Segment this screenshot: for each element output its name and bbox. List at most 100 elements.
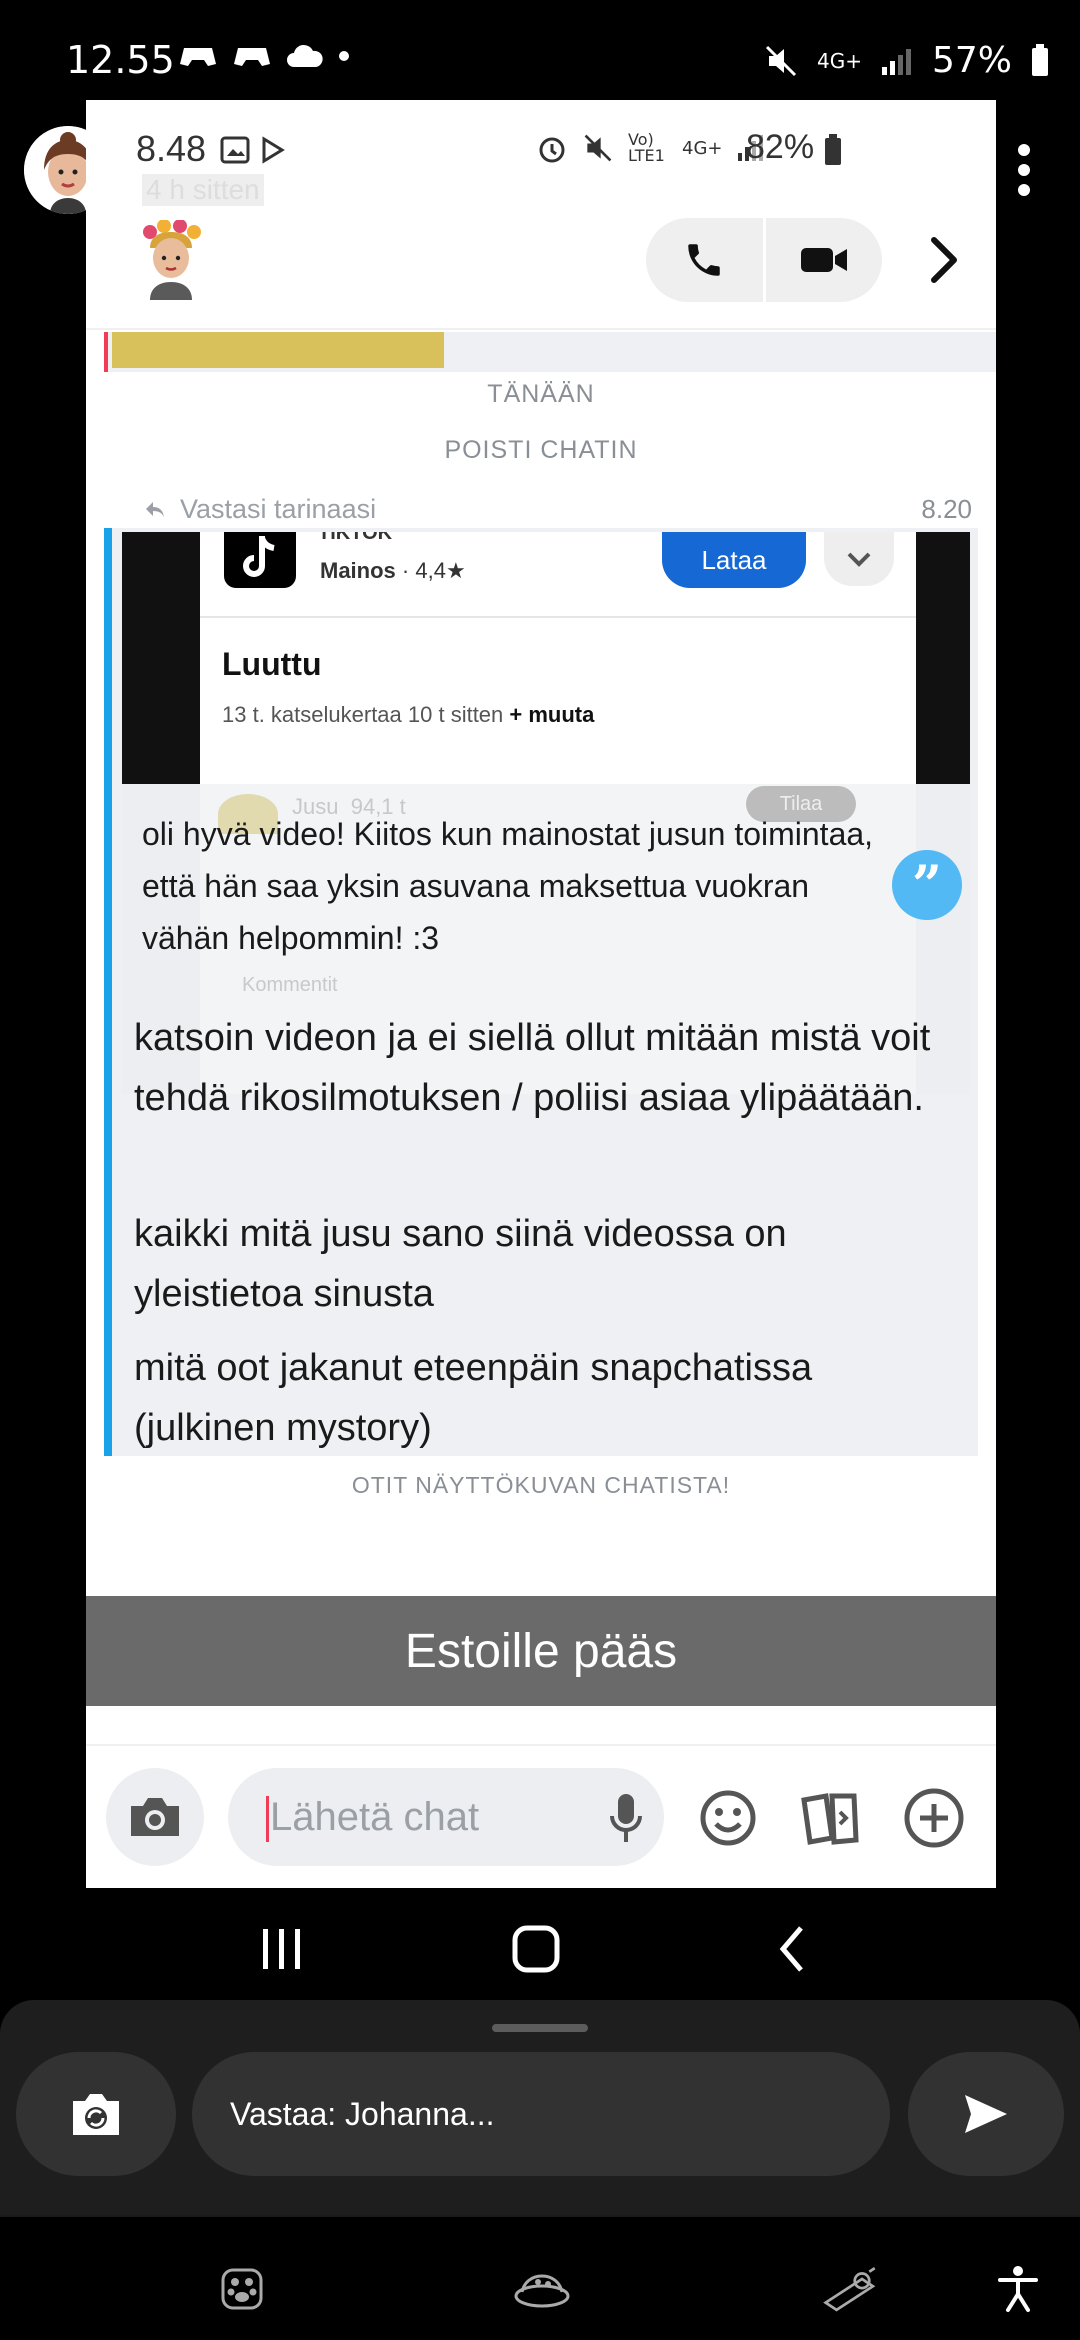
home-button[interactable] bbox=[496, 1914, 576, 1984]
outer-time: 12.55 bbox=[66, 38, 175, 82]
mic-icon[interactable] bbox=[606, 1792, 646, 1844]
reply-sheet: Vastaa: Johanna... bbox=[0, 2000, 1080, 2215]
back-icon bbox=[779, 1926, 803, 1972]
pet-sleep-button[interactable] bbox=[822, 2259, 882, 2319]
voice-call-button[interactable] bbox=[646, 218, 766, 302]
cards-button[interactable] bbox=[798, 1786, 862, 1850]
outer-battery: 57% bbox=[931, 40, 1012, 81]
video-title: Luuttu bbox=[222, 646, 322, 682]
video-meta-text: 13 t. katselukertaa 10 t sitten bbox=[222, 702, 504, 727]
accessibility-button[interactable] bbox=[988, 2259, 1048, 2319]
reply-camera-button[interactable] bbox=[16, 2052, 176, 2176]
dot-icon bbox=[339, 51, 349, 61]
dropdown-chevron bbox=[824, 532, 894, 586]
recents-button[interactable] bbox=[242, 1914, 322, 1984]
chat-cleared-label: POISTI CHATIN bbox=[444, 436, 638, 464]
message-time: 8.20 bbox=[921, 494, 972, 524]
comments-label: Kommentit bbox=[242, 974, 338, 996]
message-text: mitä oot jakanut eteenpäin snapchatissa … bbox=[134, 1347, 813, 1449]
friend-bitmoji[interactable] bbox=[136, 219, 206, 300]
more-icon[interactable] bbox=[1012, 140, 1036, 200]
video-meta: 13 t. katselukertaa 10 t sitten + muuta bbox=[222, 702, 594, 728]
screenshot-card: 8.48 4 h sitten Vo) LTE1 4G+ 82% TÄNÄÄN … bbox=[86, 100, 996, 1888]
inner-status-bar: 8.48 4 h sitten Vo) LTE1 4G+ 82% bbox=[86, 100, 996, 206]
game-controller-icon bbox=[234, 48, 270, 66]
camera-icon bbox=[131, 1798, 179, 1836]
overlay-caption: Estoille pääs bbox=[86, 1596, 996, 1706]
reply-input[interactable]: Vastaa: Johanna... bbox=[192, 2052, 890, 2176]
bottom-bar bbox=[0, 2215, 1080, 2340]
inner-network: 4G+ bbox=[682, 137, 723, 159]
camera-button[interactable] bbox=[106, 1768, 204, 1866]
game-controller-icon bbox=[180, 48, 216, 66]
inner-battery: 82% bbox=[746, 128, 815, 166]
plus-button[interactable] bbox=[902, 1786, 966, 1850]
inner-volte: Vo) LTE1 bbox=[628, 130, 665, 165]
video-icon bbox=[800, 248, 847, 272]
mute-icon bbox=[584, 134, 612, 162]
recents-icon bbox=[263, 1929, 300, 1969]
signal-icon bbox=[881, 48, 911, 75]
back-button[interactable] bbox=[752, 1914, 832, 1984]
system-nav-bar bbox=[0, 1888, 1080, 2008]
story-reply-header: Vastasi tarinaasi bbox=[144, 494, 376, 525]
story-caption: oli hyvä video! Kiitos kun mainostat jus… bbox=[142, 816, 874, 956]
sheet-grab-handle[interactable] bbox=[492, 2024, 588, 2032]
alarm-icon bbox=[539, 137, 565, 163]
notification-icons bbox=[178, 42, 350, 70]
pet-sleep-icon bbox=[823, 2266, 876, 2312]
mute-icon bbox=[765, 45, 797, 76]
emoji-button[interactable] bbox=[696, 1786, 760, 1850]
outer-status-right: 4G+ 57% bbox=[763, 40, 1050, 81]
outer-network: 4G+ bbox=[817, 48, 862, 73]
battery-icon bbox=[825, 134, 841, 165]
message-text: katsoin videon ja ei siellä ollut mitään… bbox=[134, 1017, 931, 1119]
paw-button[interactable] bbox=[212, 2259, 272, 2319]
accessibility-icon bbox=[998, 2266, 1038, 2312]
header-divider bbox=[86, 328, 996, 330]
story-reply-label: Vastasi tarinaasi bbox=[180, 494, 377, 524]
previous-media-thumbnail[interactable] bbox=[112, 332, 444, 368]
plus-icon bbox=[904, 1788, 964, 1848]
cards-icon bbox=[801, 1793, 859, 1845]
food-bowl-button[interactable] bbox=[512, 2259, 572, 2319]
camera-flip-icon bbox=[73, 2094, 119, 2135]
paw-icon bbox=[221, 2268, 263, 2310]
ad-rating: · 4,4★ bbox=[401, 558, 466, 583]
tiktok-logo-icon bbox=[224, 532, 296, 588]
phone-icon bbox=[688, 244, 720, 276]
chevron-down-icon bbox=[847, 552, 871, 567]
inner-time: 8.48 bbox=[136, 128, 207, 169]
send-icon bbox=[965, 2095, 1007, 2133]
chat-input-bar bbox=[86, 1746, 996, 1888]
video-call-button[interactable] bbox=[766, 218, 883, 302]
quote-icon: ” bbox=[892, 850, 962, 920]
date-label: TÄNÄÄN bbox=[487, 380, 595, 408]
play-outline-icon bbox=[262, 136, 285, 164]
ad-info: Mainos · 4,4★ bbox=[320, 558, 466, 584]
gallery-icon bbox=[220, 136, 250, 164]
ad-divider bbox=[200, 616, 916, 618]
emoji-icon bbox=[700, 1790, 756, 1846]
battery-charging-icon bbox=[1032, 43, 1048, 76]
ad-label: Mainos bbox=[320, 558, 396, 583]
video-more: + muuta bbox=[509, 702, 595, 727]
send-button[interactable] bbox=[908, 2052, 1064, 2176]
text-caret bbox=[266, 1796, 269, 1842]
chevron-right-icon[interactable] bbox=[924, 234, 964, 286]
inner-subtitle: 4 h sitten bbox=[142, 174, 264, 206]
cloud-icon bbox=[287, 44, 323, 67]
call-buttons bbox=[646, 218, 882, 302]
message-accent-bar bbox=[104, 528, 112, 1456]
chat-input[interactable] bbox=[228, 1768, 664, 1866]
inner-status-icons: Vo) LTE1 4G+ bbox=[536, 132, 764, 164]
home-icon bbox=[512, 1925, 560, 1973]
bitmoji-icon bbox=[143, 219, 201, 300]
food-bowl-icon bbox=[514, 2274, 570, 2308]
reply-arrow-icon bbox=[146, 501, 164, 517]
message-text: kaikki mitä jusu sano siinä videossa on … bbox=[134, 1213, 787, 1315]
previous-media-bar bbox=[104, 332, 108, 372]
outer-status-bar: 12.55 4G+ 57% bbox=[0, 0, 1080, 100]
screenshot-notice: OTIT NÄYTTÖKUVAN CHATISTA! bbox=[351, 1472, 731, 1498]
tiktok-app-name: TIKTOK bbox=[318, 532, 393, 544]
